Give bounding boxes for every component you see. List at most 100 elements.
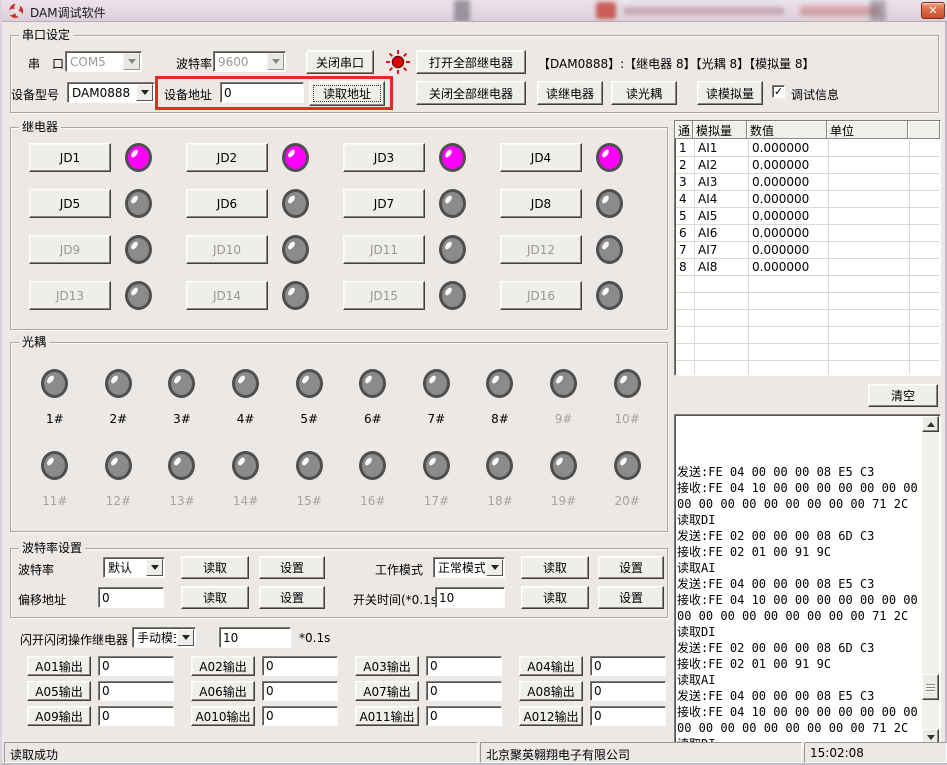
read-relay-button[interactable]: 读继电器 — [537, 81, 603, 105]
relay-button[interactable]: JD15 — [343, 281, 425, 310]
baud-set-button[interactable]: 设置 — [259, 556, 325, 579]
flash-time-input[interactable] — [219, 627, 291, 648]
relay-button[interactable]: JD12 — [500, 235, 582, 264]
device-model-combobox[interactable]: DAM0888 — [67, 82, 155, 103]
table-row[interactable]: 8 AI8 0.000000 — [676, 259, 939, 276]
baud-combobox[interactable]: 9600 — [213, 51, 286, 72]
table-row[interactable]: 4 AI4 0.000000 — [676, 191, 939, 208]
analog-output-input[interactable] — [98, 706, 174, 726]
table-row[interactable]: 3 AI3 0.000000 — [676, 174, 939, 191]
chevron-down-icon[interactable] — [136, 84, 153, 101]
table-row[interactable]: 6 AI6 0.000000 — [676, 225, 939, 242]
cell-extra — [909, 225, 939, 242]
analog-output-button[interactable]: A011输出 — [355, 706, 419, 726]
table-row[interactable]: 1 AI1 0.000000 — [676, 140, 939, 157]
relay-button[interactable]: JD4 — [500, 143, 582, 172]
chevron-down-icon[interactable] — [267, 53, 284, 70]
analog-output-input[interactable] — [590, 681, 666, 701]
analog-output-input[interactable] — [262, 681, 338, 701]
relay-button[interactable]: JD8 — [500, 189, 582, 218]
work-mode-set-button[interactable]: 设置 — [598, 556, 664, 579]
table-header-unit[interactable]: 单位 — [827, 121, 908, 139]
debug-log-text[interactable]: 发送:FE 04 00 00 00 08 E5 C3接收:FE 04 10 00… — [677, 416, 921, 745]
offset-address-input[interactable] — [98, 587, 164, 608]
relay-button[interactable]: JD6 — [186, 189, 268, 218]
cell-unit — [828, 140, 909, 157]
table-header-extra[interactable] — [908, 121, 940, 139]
work-mode-read-button[interactable]: 读取 — [521, 556, 589, 579]
baud-setting-combobox[interactable]: 默认 — [103, 557, 165, 578]
table-row[interactable]: 5 AI5 0.000000 — [676, 208, 939, 225]
close-serial-button[interactable]: 关闭串口 — [306, 50, 374, 74]
analog-output-button[interactable]: A02输出 — [191, 656, 255, 676]
work-mode-combobox[interactable]: 正常模式 — [433, 557, 505, 578]
flash-mode-combobox[interactable]: 手动模式 — [132, 627, 196, 648]
table-row[interactable]: 7 AI7 0.000000 — [676, 242, 939, 259]
scroll-up-icon[interactable] — [922, 416, 939, 432]
analog-output-input[interactable] — [98, 681, 174, 701]
analog-output-input[interactable] — [426, 681, 502, 701]
offset-set-button[interactable]: 设置 — [259, 586, 325, 609]
table-header-analog[interactable]: 模拟量 — [693, 121, 747, 139]
log-line: 发送:FE 02 00 00 00 08 6D C3 — [677, 528, 921, 544]
chevron-down-icon[interactable] — [146, 559, 163, 576]
analog-output-button[interactable]: A06输出 — [191, 681, 255, 701]
chevron-down-icon[interactable] — [123, 53, 140, 70]
baud-read-button[interactable]: 读取 — [181, 556, 249, 579]
relay-button[interactable]: JD13 — [29, 281, 111, 310]
analog-output-button[interactable]: A01输出 — [27, 656, 91, 676]
analog-output-input[interactable] — [426, 706, 502, 726]
relay-button[interactable]: JD7 — [343, 189, 425, 218]
relay-button[interactable]: JD5 — [29, 189, 111, 218]
analog-output-input[interactable] — [262, 656, 338, 676]
cell-extra — [909, 191, 939, 208]
chevron-down-icon[interactable] — [177, 629, 194, 646]
relay-button[interactable]: JD1 — [29, 143, 111, 172]
analog-output-input[interactable] — [426, 656, 502, 676]
switch-time-input[interactable] — [435, 587, 505, 608]
read-analog-button[interactable]: 读模拟量 — [697, 81, 763, 105]
switch-time-set-button[interactable]: 设置 — [598, 586, 664, 609]
relay-button[interactable]: JD11 — [343, 235, 425, 264]
table-header-channel[interactable]: 通 — [675, 121, 693, 139]
table-row[interactable]: 2 AI2 0.000000 — [676, 157, 939, 174]
analog-output-button[interactable]: A03输出 — [355, 656, 419, 676]
read-opto-button[interactable]: 读光耦 — [611, 81, 677, 105]
analog-output-button[interactable]: A04输出 — [519, 656, 583, 676]
opto-led-icon — [105, 369, 132, 398]
analog-output-button[interactable]: A010输出 — [191, 706, 255, 726]
analog-output-button[interactable]: A07输出 — [355, 681, 419, 701]
analog-output-input[interactable] — [98, 656, 174, 676]
log-scrollbar[interactable] — [922, 416, 939, 745]
close-button[interactable]: ✕ — [921, 2, 945, 19]
switch-time-read-button[interactable]: 读取 — [521, 586, 589, 609]
analog-output-button[interactable]: A012输出 — [519, 706, 583, 726]
log-line: 发送:FE 02 00 00 00 08 6D C3 — [677, 640, 921, 656]
device-address-input[interactable] — [220, 82, 304, 103]
analog-output-input[interactable] — [262, 706, 338, 726]
relay-button[interactable]: JD9 — [29, 235, 111, 264]
read-address-button[interactable]: 读取地址 — [309, 81, 385, 106]
chevron-down-icon[interactable] — [486, 559, 503, 576]
relay-button[interactable]: JD16 — [500, 281, 582, 310]
table-header-row: 通 模拟量 数值 单位 — [675, 121, 940, 139]
offset-read-button[interactable]: 读取 — [181, 586, 249, 609]
analog-output-grid: A01输出 A02输出 A03输出 A04输出 A05输出 — [10, 656, 668, 726]
analog-output-input[interactable] — [590, 706, 666, 726]
clear-log-button[interactable]: 清空 — [868, 384, 938, 407]
relay-button[interactable]: JD3 — [343, 143, 425, 172]
open-all-relays-button[interactable]: 打开全部继电器 — [416, 50, 526, 74]
relay-button[interactable]: JD2 — [186, 143, 268, 172]
analog-output-input[interactable] — [590, 656, 666, 676]
analog-output-button[interactable]: A08输出 — [519, 681, 583, 701]
debug-info-checkbox[interactable]: ✓ — [772, 85, 785, 98]
scrollbar-thumb[interactable] — [922, 674, 939, 700]
table-header-value[interactable]: 数值 — [747, 121, 827, 139]
analog-output-button[interactable]: A09输出 — [27, 706, 91, 726]
analog-output-button[interactable]: A05输出 — [27, 681, 91, 701]
close-all-relays-button[interactable]: 关闭全部继电器 — [416, 81, 526, 105]
relay-button[interactable]: JD14 — [186, 281, 268, 310]
relay-cell: JD13 — [29, 281, 186, 310]
relay-button[interactable]: JD10 — [186, 235, 268, 264]
port-combobox[interactable]: COM5 — [65, 51, 142, 72]
